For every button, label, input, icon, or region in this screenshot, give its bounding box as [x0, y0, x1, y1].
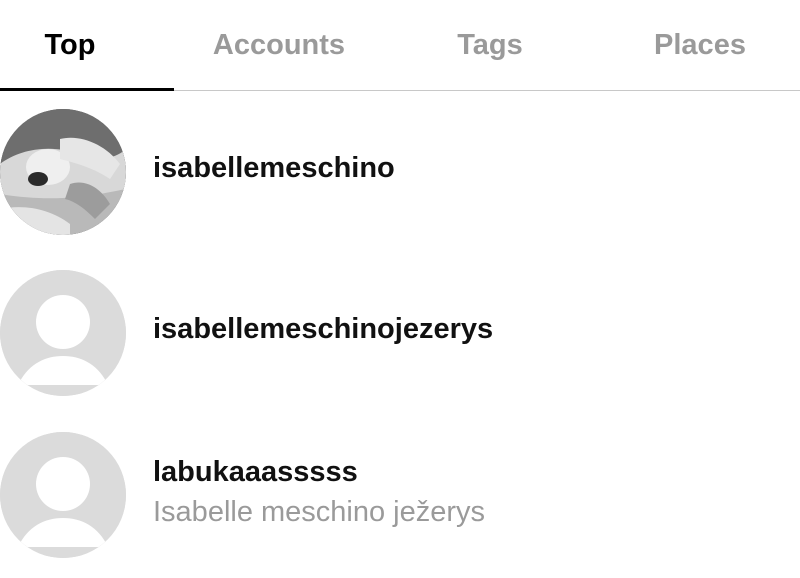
- avatar: [0, 109, 126, 235]
- default-user-icon: [0, 270, 126, 396]
- username: isabellemeschino: [153, 152, 395, 184]
- default-user-icon: [0, 432, 126, 558]
- search-result-row[interactable]: labukaaasssss Isabelle meschino ježerys: [0, 418, 800, 578]
- search-result-row[interactable]: isabellemeschinojezerys: [0, 256, 800, 416]
- avatar-photo: [0, 109, 126, 235]
- tab-top[interactable]: Top: [0, 0, 140, 90]
- tab-accounts[interactable]: Accounts: [175, 0, 383, 90]
- active-tab-indicator: [0, 88, 174, 91]
- tab-tags[interactable]: Tags: [400, 0, 580, 90]
- username: labukaaasssss: [153, 456, 358, 488]
- username: isabellemeschinojezerys: [153, 313, 494, 345]
- tab-places[interactable]: Places: [600, 0, 800, 90]
- search-tab-bar: Top Accounts Tags Places: [0, 0, 800, 91]
- full-name: Isabelle meschino ježerys: [153, 496, 486, 528]
- search-result-row[interactable]: isabellemeschino: [0, 95, 800, 255]
